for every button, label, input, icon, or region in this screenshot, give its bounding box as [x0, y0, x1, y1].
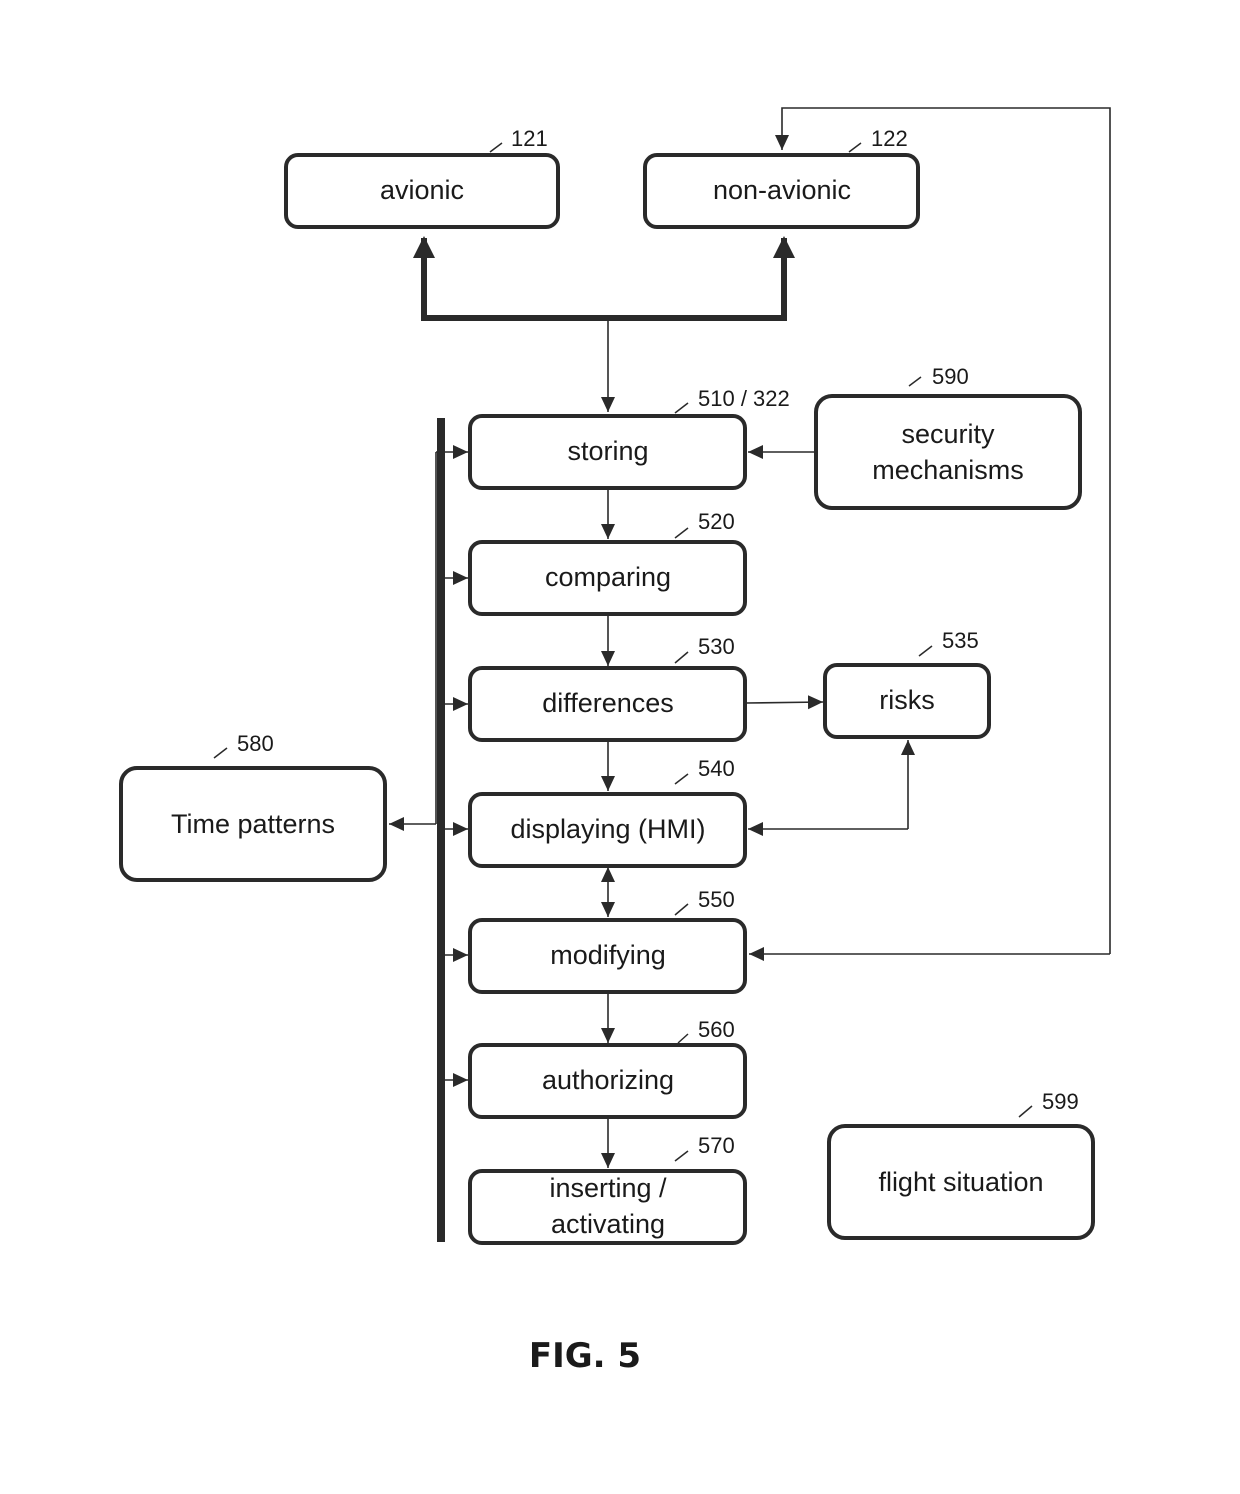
ref-number: 535 — [942, 628, 979, 653]
ref-number: 590 — [932, 364, 969, 389]
ref-number: 580 — [237, 731, 274, 756]
edge-differences-to-risks — [745, 695, 824, 710]
ref-number: 520 — [698, 509, 735, 534]
node-label: Time patterns — [171, 809, 335, 839]
node-label: storing — [567, 436, 648, 466]
node-label: displaying (HMI) — [510, 814, 705, 844]
node-label-line2: mechanisms — [872, 455, 1024, 485]
node-label: comparing — [545, 562, 671, 592]
node-label: non-avionic — [713, 175, 851, 205]
node-label: risks — [879, 685, 935, 715]
node-avionic: avionic 121 — [284, 126, 560, 229]
ref-number: 540 — [698, 756, 735, 781]
node-label: avionic — [380, 175, 464, 205]
ref-number: 530 — [698, 634, 735, 659]
node-time-patterns: Time patterns 580 — [119, 731, 387, 882]
edge-loop-to-non-avionic — [775, 107, 1111, 954]
node-label-line1: inserting / — [549, 1173, 667, 1203]
node-storing: storing 510 / 322 — [468, 386, 790, 490]
node-label-line2: activating — [551, 1209, 665, 1239]
ref-number: 599 — [1042, 1089, 1079, 1114]
flow-diagram: avionic 121 non-avionic 122 storing 510 … — [119, 107, 1111, 1376]
ref-number: 550 — [698, 887, 735, 912]
ref-number: 560 — [698, 1017, 735, 1042]
node-label: authorizing — [542, 1065, 674, 1095]
figure-caption: FIG. 5 — [529, 1336, 641, 1376]
ref-number: 121 — [511, 126, 548, 151]
ref-number: 570 — [698, 1133, 735, 1158]
node-label: flight situation — [878, 1167, 1043, 1197]
node-label-line1: security — [901, 419, 995, 449]
node-flight-situation: flight situation 599 — [827, 1089, 1095, 1240]
node-label: differences — [542, 688, 674, 718]
ref-number: 122 — [871, 126, 908, 151]
node-security-mechanisms: security mechanisms 590 — [814, 364, 1082, 510]
node-label: modifying — [550, 940, 666, 970]
node-risks: risks 535 — [823, 628, 991, 739]
ref-number: 510 / 322 — [698, 386, 790, 411]
